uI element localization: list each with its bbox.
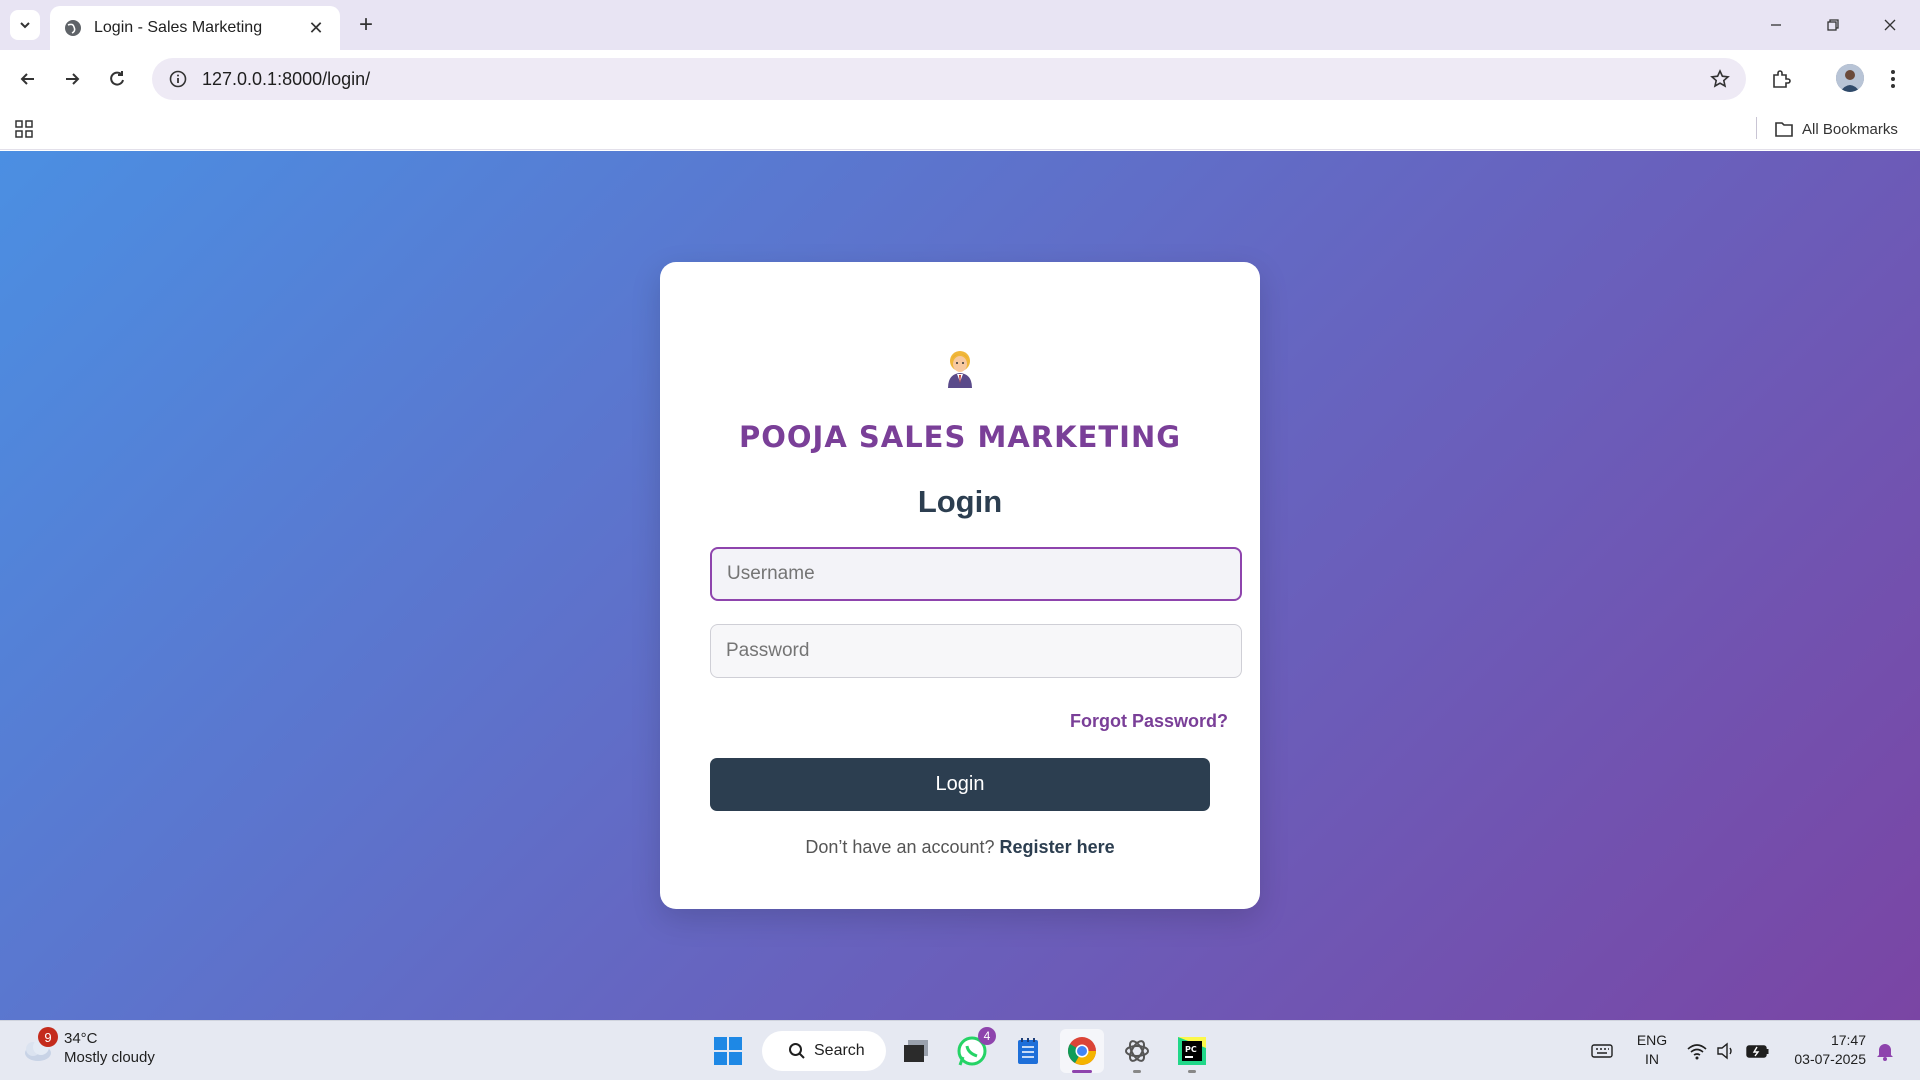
tab-title: Login - Sales Marketing <box>94 19 263 36</box>
weather-temp: 34°C <box>64 1030 98 1047</box>
minimize-icon[interactable] <box>1758 10 1794 40</box>
language-code: ENG <box>1636 1032 1668 1048</box>
task-view-icon <box>904 1040 928 1062</box>
forgot-password-link[interactable]: Forgot Password? <box>1070 711 1228 732</box>
register-link[interactable]: Register here <box>1000 837 1115 857</box>
chatgpt-icon <box>1125 1040 1149 1062</box>
weather-widget[interactable]: 9 34°C Mostly cloudy <box>20 1027 155 1067</box>
site-info-icon[interactable] <box>160 61 196 97</box>
language-indicator[interactable]: ENG IN <box>1630 1031 1674 1069</box>
extensions-icon[interactable] <box>1765 63 1797 95</box>
pycharm-icon: PC <box>1178 1037 1206 1065</box>
whatsapp-badge: 4 <box>978 1027 996 1045</box>
bookmarks-bar: All Bookmarks <box>0 108 1920 150</box>
language-region: IN <box>1645 1051 1659 1067</box>
battery-icon[interactable] <box>1744 1035 1772 1067</box>
notepad-icon <box>1018 1038 1038 1064</box>
businesswoman-emoji-icon <box>948 351 972 388</box>
clock-time: 17:47 <box>1830 1032 1866 1048</box>
restore-icon[interactable] <box>1815 10 1851 40</box>
svg-text:PC: PC <box>1185 1045 1197 1054</box>
browser-toolbar: 127.0.0.1:8000/login/ <box>0 50 1920 108</box>
close-window-icon[interactable] <box>1872 10 1908 40</box>
clock[interactable]: 17:47 03-07-2025 <box>1780 1031 1866 1069</box>
reload-icon[interactable] <box>101 63 133 95</box>
no-account-text: Don’t have an account? <box>805 837 995 857</box>
apps-grid-icon[interactable] <box>12 117 36 141</box>
notepad-app[interactable] <box>1006 1029 1050 1073</box>
clock-date: 03-07-2025 <box>1794 1051 1866 1067</box>
notification-bell-icon[interactable] <box>1872 1035 1898 1067</box>
url-text: 127.0.0.1:8000/login/ <box>202 68 371 89</box>
globe-icon <box>64 19 82 37</box>
search-label: Search <box>814 1042 865 1059</box>
brand-title: POOJA SALES MARKETING <box>738 420 1182 454</box>
close-tab-icon[interactable]: ✕ <box>306 18 326 38</box>
login-button[interactable]: Login <box>710 758 1210 811</box>
cloud-icon: 9 <box>20 1027 58 1065</box>
bookmark-star-icon[interactable] <box>1708 67 1732 91</box>
profile-avatar[interactable] <box>1836 64 1864 92</box>
volume-icon[interactable] <box>1714 1035 1738 1067</box>
taskbar-search[interactable]: Search <box>762 1031 886 1071</box>
login-card: POOJA SALES MARKETING Login Forgot Passw… <box>660 262 1260 909</box>
chrome-app[interactable] <box>1060 1029 1104 1073</box>
folder-icon <box>1775 122 1793 137</box>
chrome-icon <box>1068 1037 1096 1065</box>
windows-logo-icon <box>714 1037 742 1065</box>
chatgpt-app[interactable] <box>1115 1029 1159 1073</box>
login-heading: Login <box>917 484 1003 519</box>
weather-condition: Mostly cloudy <box>64 1049 155 1066</box>
tab-login[interactable]: Login - Sales Marketing ✕ <box>50 6 340 50</box>
all-bookmarks-button[interactable]: All Bookmarks <box>1774 114 1898 144</box>
wifi-icon[interactable] <box>1684 1035 1710 1067</box>
address-bar[interactable]: 127.0.0.1:8000/login/ <box>152 58 1746 100</box>
pycharm-app[interactable]: PC <box>1170 1029 1214 1073</box>
chrome-running-indicator <box>1072 1070 1092 1073</box>
chatgpt-running-indicator <box>1133 1070 1141 1073</box>
username-input[interactable] <box>710 547 1242 601</box>
weather-badge: 9 <box>38 1027 58 1047</box>
all-bookmarks-label: All Bookmarks <box>1802 120 1898 138</box>
forward-icon[interactable] <box>56 63 88 95</box>
keyboard-icon[interactable] <box>1588 1035 1616 1067</box>
task-view-button[interactable] <box>894 1029 938 1073</box>
page-background: POOJA SALES MARKETING Login Forgot Passw… <box>0 151 1920 1020</box>
windows-taskbar: 9 34°C Mostly cloudy Search 4 PC ENG IN … <box>0 1020 1920 1080</box>
new-tab-button[interactable]: + <box>352 11 380 39</box>
start-button[interactable] <box>706 1029 750 1073</box>
password-input[interactable] <box>710 624 1242 678</box>
tab-search-button[interactable] <box>10 10 40 40</box>
whatsapp-app[interactable]: 4 <box>950 1027 996 1073</box>
chevron-down-icon <box>20 22 30 29</box>
register-prompt: Don’t have an account? Register here <box>660 837 1260 858</box>
bookmarks-separator <box>1756 117 1757 139</box>
more-menu-icon[interactable] <box>1877 63 1909 95</box>
pycharm-running-indicator <box>1188 1070 1196 1073</box>
back-icon[interactable] <box>12 63 44 95</box>
tab-strip: Login - Sales Marketing ✕ + <box>0 0 1920 50</box>
search-icon <box>789 1043 805 1059</box>
